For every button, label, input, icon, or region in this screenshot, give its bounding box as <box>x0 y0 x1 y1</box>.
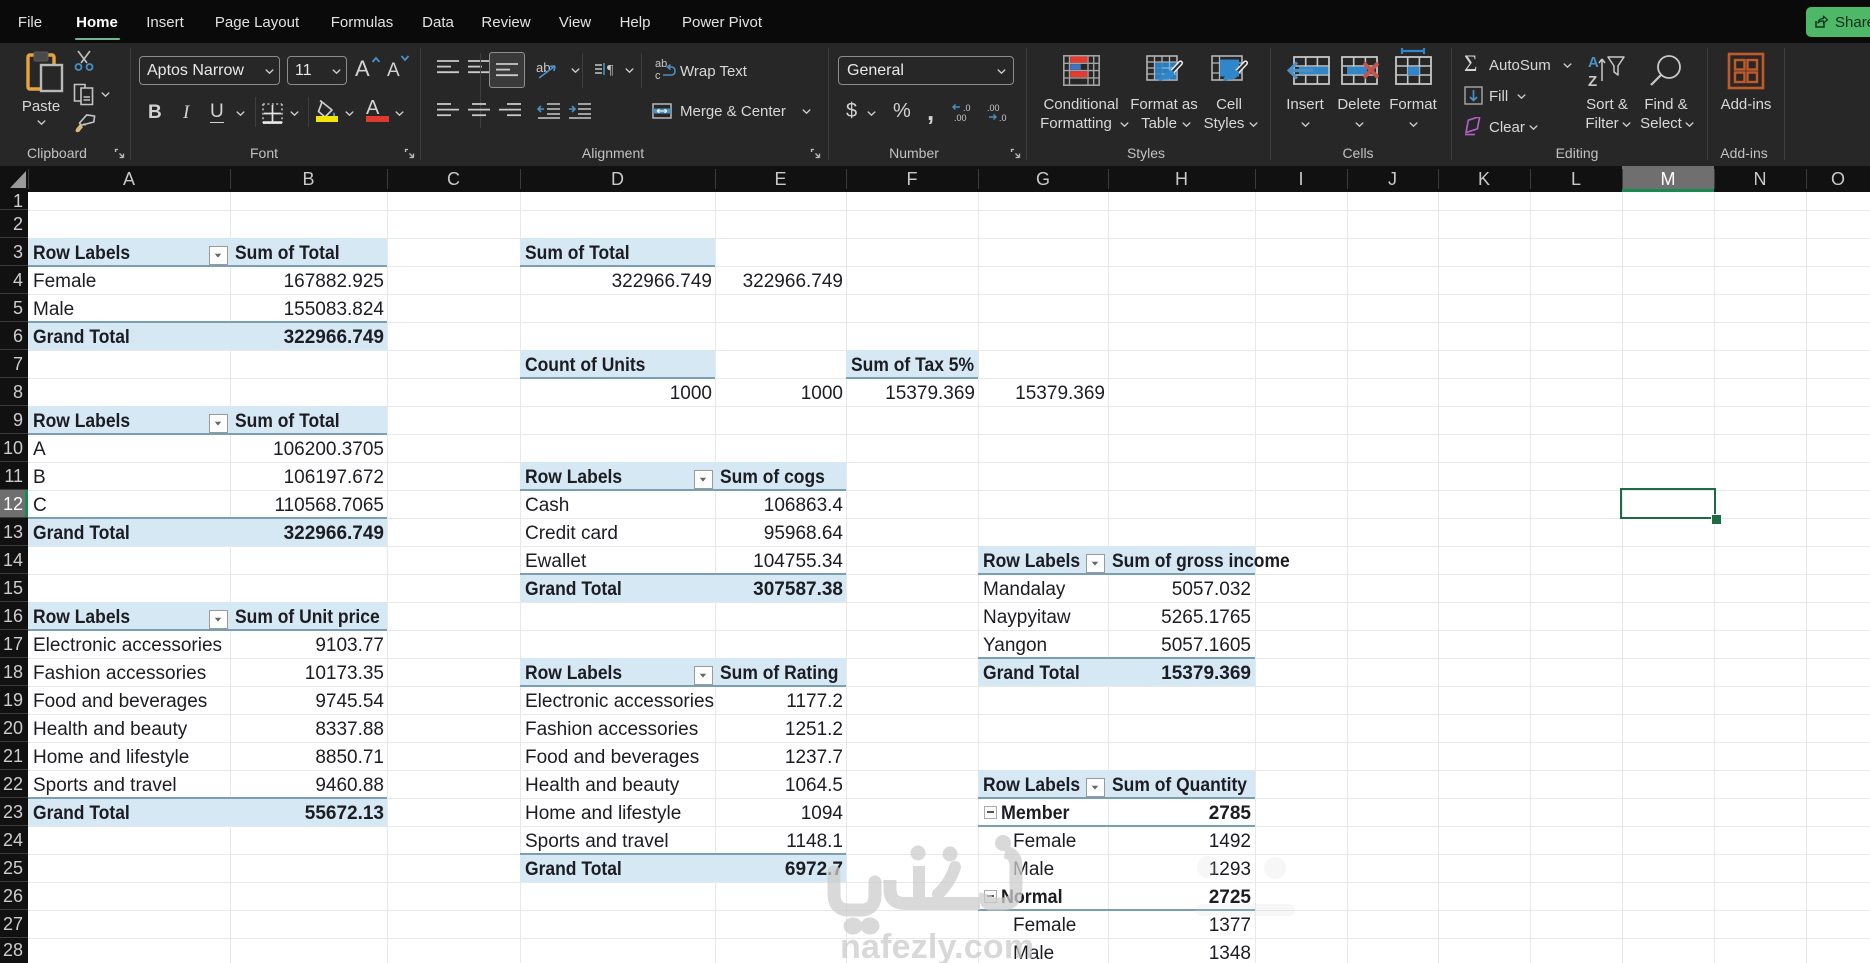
svg-text:c: c <box>655 70 661 82</box>
svg-text:.00: .00 <box>954 113 967 122</box>
svg-text:nafezly.com: nafezly.com <box>840 928 1034 963</box>
svg-text:¶: ¶ <box>607 63 614 77</box>
svg-text:ab: ab <box>655 58 667 70</box>
svg-text:ab: ab <box>536 60 550 75</box>
svg-text:Z: Z <box>1588 73 1597 89</box>
svg-text:.0: .0 <box>999 113 1007 122</box>
svg-text:.00: .00 <box>987 103 1000 113</box>
svg-text:A: A <box>1588 54 1599 71</box>
svg-text:.0: .0 <box>963 103 971 113</box>
